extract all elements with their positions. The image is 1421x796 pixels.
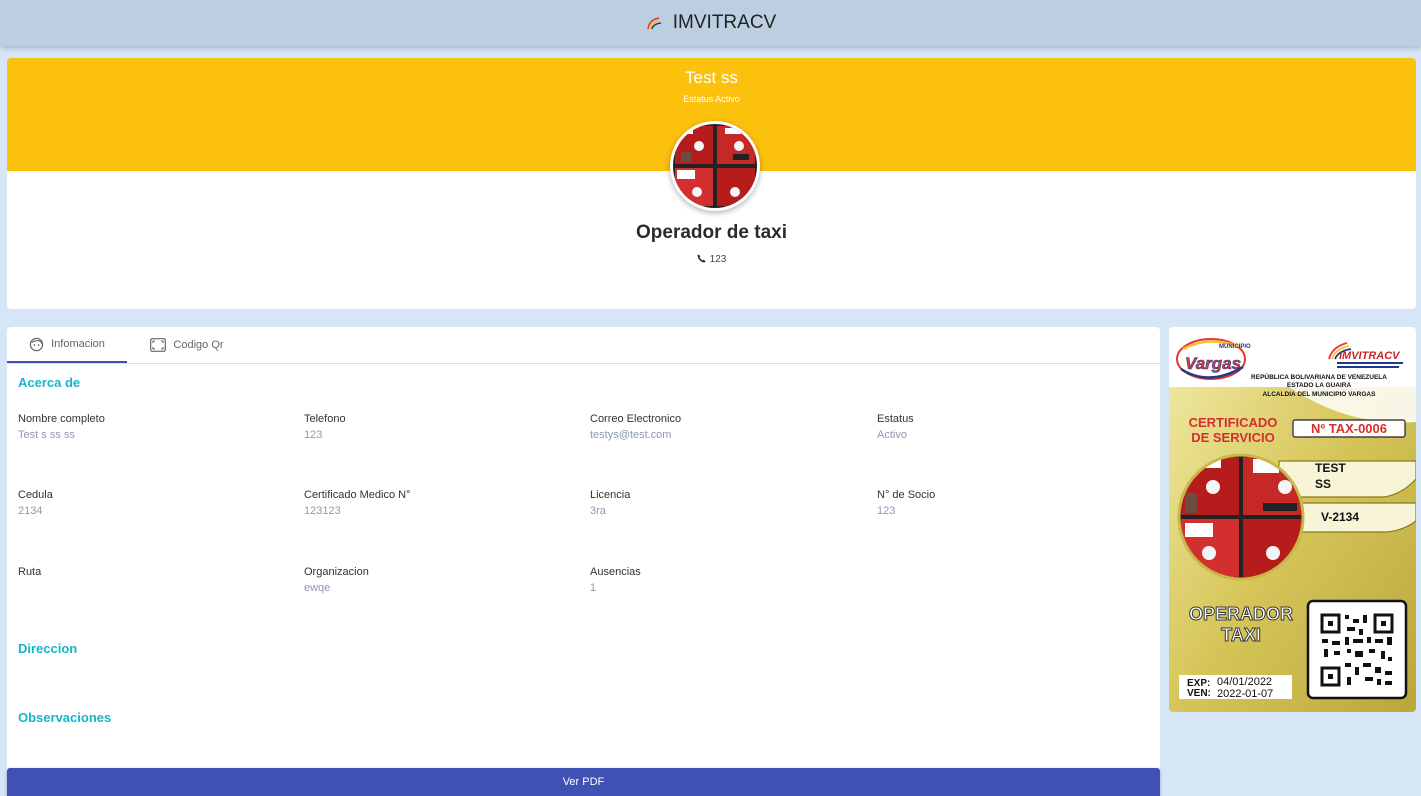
field-ruta: Ruta xyxy=(18,566,288,594)
tab-codigo-qr-label: Codigo Qr xyxy=(173,339,224,351)
field-ausencias: Ausencias 1 xyxy=(590,566,860,594)
field-estatus: Estatus Activo xyxy=(877,413,1147,441)
field-label: Organizacion xyxy=(304,566,369,578)
field-cedula: Cedula 2134 xyxy=(18,489,288,517)
profile-name: Test ss xyxy=(685,68,738,87)
vargas-logo-top: MUNICIPIO xyxy=(1219,344,1251,350)
field-value: 2134 xyxy=(18,505,43,517)
cert-holder-line2: SS xyxy=(1315,477,1331,491)
phone-number: 123 xyxy=(709,254,727,265)
field-telefono: Telefono 123 xyxy=(304,413,574,441)
field-label: Certificado Medico N° xyxy=(304,489,411,501)
field-value: 123 xyxy=(304,429,323,441)
field-value: Test s ss ss xyxy=(18,429,75,441)
field-label: Telefono xyxy=(304,413,346,425)
tab-bar: Infomacion Codigo Qr xyxy=(7,327,1160,364)
cert-role-line2: TAXI xyxy=(1221,625,1261,645)
avatar-comic-image xyxy=(673,124,757,208)
avatar xyxy=(670,121,760,211)
cert-id: V-2134 xyxy=(1321,510,1359,524)
field-value: ewqe xyxy=(304,582,331,594)
cert-exp-date: 04/01/2022 xyxy=(1217,676,1272,688)
imvitracv-logo-icon xyxy=(646,17,661,30)
field-value: testys@test.com xyxy=(590,429,672,441)
view-pdf-button[interactable]: Ver PDF xyxy=(7,768,1160,796)
cert-number: Nº TAX-0006 xyxy=(1311,421,1387,436)
cert-title-line1: CERTIFICADO xyxy=(1189,415,1278,430)
role-title: Operador de taxi xyxy=(636,222,787,243)
field-numero-socio: N° de Socio 123 xyxy=(877,489,1147,517)
service-certificate-card: MUNICIPIO Vargas IMVITRACV REPÚBLICA BOL… xyxy=(1169,327,1416,712)
cert-role-line1: OPERADOR xyxy=(1189,604,1293,624)
section-title-address: Direccion xyxy=(18,641,78,656)
field-value: 3ra xyxy=(590,505,606,517)
field-label: Correo Electronico xyxy=(590,413,682,425)
profile-card: Test ss Estatus Activo Operador de taxi … xyxy=(7,58,1416,309)
section-title-about: Acerca de xyxy=(18,375,81,390)
cert-header-line3: ALCALDIA DEL MUNICIPIO VARGAS xyxy=(1263,391,1377,398)
field-value: 123123 xyxy=(304,505,341,517)
tab-codigo-qr[interactable]: Codigo Qr xyxy=(127,327,247,363)
face-icon xyxy=(29,337,44,351)
field-label: Ausencias xyxy=(590,566,641,578)
field-value: 123 xyxy=(877,505,896,517)
field-nombre-completo: Nombre completo Test s ss ss xyxy=(18,413,288,441)
field-label: Cedula xyxy=(18,489,53,501)
cert-ven-date: 2022-01-07 xyxy=(1217,688,1273,700)
cert-title-line2: DE SERVICIO xyxy=(1191,430,1275,445)
cert-ven-label: VEN: xyxy=(1187,688,1211,699)
imvitracv-cert-logo-text: IMVITRACV xyxy=(1339,350,1401,362)
field-licencia: Licencia 3ra xyxy=(590,489,860,517)
top-app-bar: IMVITRACV xyxy=(0,0,1421,46)
field-label: Ruta xyxy=(18,566,42,578)
field-label: Estatus xyxy=(877,413,914,425)
field-organizacion: Organizacion ewqe xyxy=(304,566,574,594)
field-correo: Correo Electronico testys@test.com xyxy=(590,413,860,441)
tab-informacion[interactable]: Infomacion xyxy=(7,327,127,363)
certificate-image: MUNICIPIO Vargas IMVITRACV REPÚBLICA BOL… xyxy=(1169,327,1416,712)
cert-qr-code xyxy=(1306,599,1408,700)
field-label: Nombre completo xyxy=(18,413,105,425)
field-value: 1 xyxy=(590,582,597,594)
cert-header-line1: REPÚBLICA BOLIVARIANA DE VENEZUELA xyxy=(1251,372,1387,381)
field-label: N° de Socio xyxy=(877,489,936,501)
cert-holder-line1: TEST xyxy=(1315,461,1346,475)
vargas-logo-name: Vargas xyxy=(1185,354,1241,373)
field-value: Activo xyxy=(877,429,907,441)
cert-header-line2: ESTADO LA GUAIRA xyxy=(1287,382,1352,389)
section-title-observations: Observaciones xyxy=(18,710,112,725)
phone-line: 123 xyxy=(7,254,1416,265)
app-title: IMVITRACV xyxy=(672,12,777,33)
info-card: Infomacion Codigo Qr Acerca de Nombre co… xyxy=(7,327,1160,796)
tab-informacion-label: Infomacion xyxy=(51,338,105,350)
profile-status: Estatus Activo xyxy=(683,94,740,104)
field-certificado-medico: Certificado Medico N° 123123 xyxy=(304,489,574,517)
field-label: Licencia xyxy=(590,489,631,501)
phone-icon xyxy=(697,254,706,263)
qr-scan-icon xyxy=(150,338,167,352)
field-value xyxy=(18,582,288,594)
